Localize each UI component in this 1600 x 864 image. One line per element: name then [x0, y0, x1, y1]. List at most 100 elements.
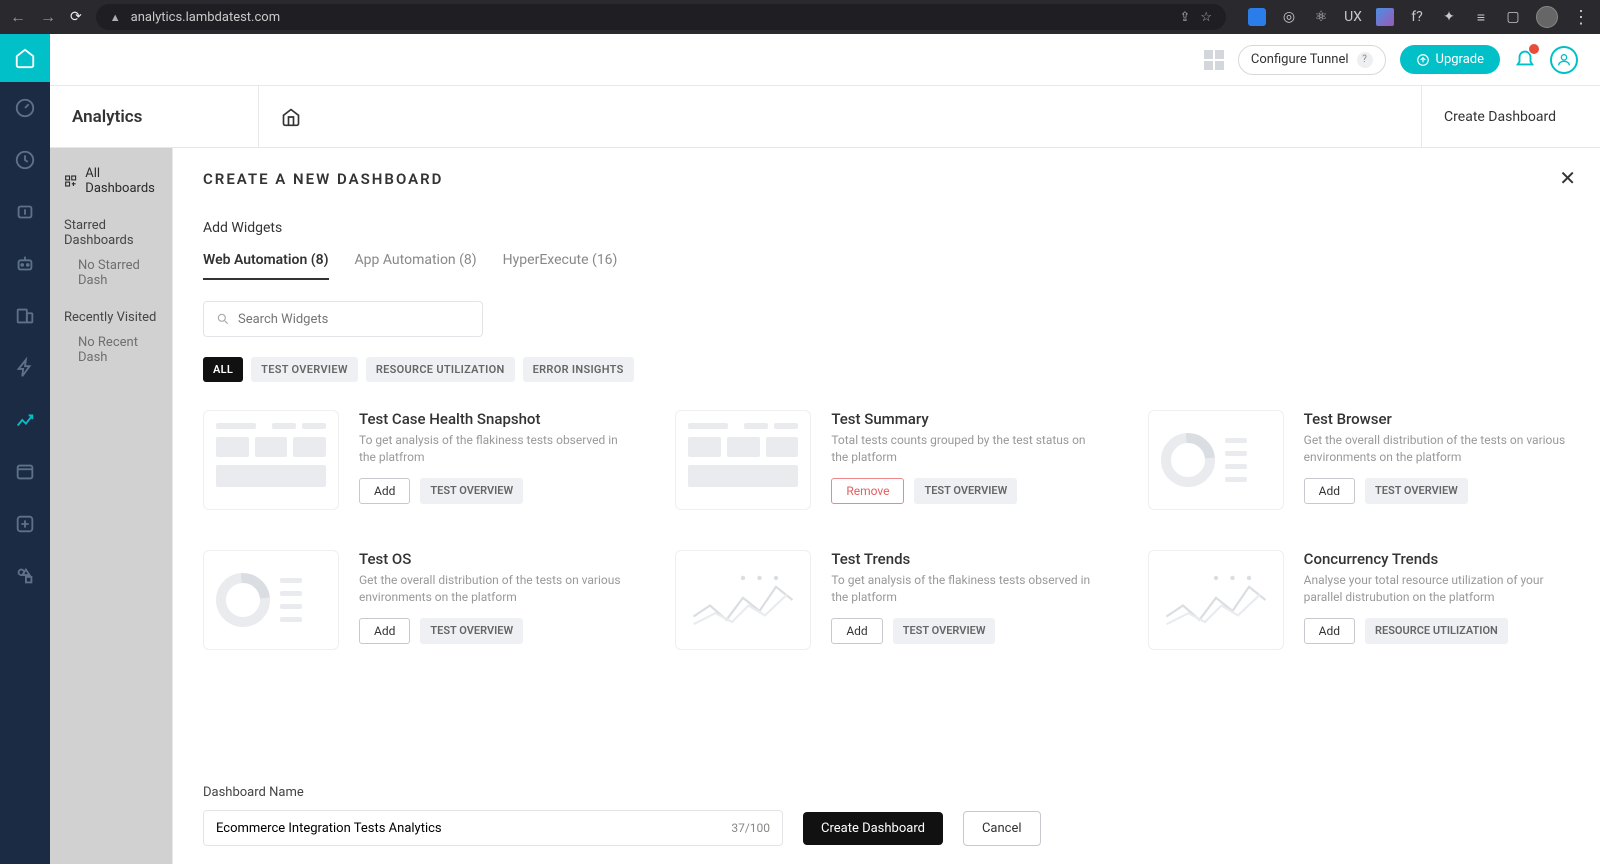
widget-category-tag: RESOURCE UTILIZATION [1365, 618, 1508, 644]
rail-dashboard-icon[interactable] [0, 82, 50, 134]
widget-category-tag: TEST OVERVIEW [420, 478, 523, 504]
cancel-button[interactable]: Cancel [963, 811, 1041, 846]
widget-title: Concurrency Trends [1304, 550, 1570, 568]
widget-card: Test OS Get the overall distribution of … [203, 550, 625, 650]
widget-description: Get the overall distribution of the test… [359, 572, 625, 606]
add-widgets-label: Add Widgets [203, 220, 1570, 236]
upgrade-button[interactable]: Upgrade [1400, 45, 1500, 74]
back-icon[interactable]: ← [10, 7, 26, 27]
widget-title: Test OS [359, 550, 625, 568]
rail-window-icon[interactable] [0, 446, 50, 498]
tunnel-label: Configure Tunnel [1251, 52, 1349, 67]
upgrade-label: Upgrade [1436, 52, 1484, 67]
rail-battery-icon[interactable] [0, 186, 50, 238]
url-bar[interactable]: ▲ analytics.lambdatest.com ⇪ ☆ [96, 4, 1226, 30]
search-icon [216, 312, 230, 326]
dashboard-name-field[interactable] [216, 821, 731, 836]
widget-tabs: Web Automation (8) App Automation (8) Hy… [203, 252, 1570, 281]
widget-action-button[interactable]: Remove [831, 478, 904, 504]
create-dashboard-button[interactable]: Create Dashboard [803, 812, 943, 845]
tab-app-automation[interactable]: App Automation (8) [355, 252, 477, 280]
top-header: Configure Tunnel ? Upgrade [50, 34, 1600, 86]
configure-tunnel-button[interactable]: Configure Tunnel ? [1238, 45, 1386, 75]
home-icon[interactable] [281, 107, 301, 127]
rail-devices-icon[interactable] [0, 290, 50, 342]
ext-icon-4[interactable]: UX [1344, 8, 1362, 26]
share-icon[interactable]: ⇪ [1179, 10, 1190, 25]
ext-icon-3[interactable]: ⚛ [1312, 8, 1330, 26]
dashboard-name-input[interactable]: 37/100 [203, 810, 783, 846]
rail-clock-icon[interactable] [0, 134, 50, 186]
ext-icon-7[interactable]: ≡ [1472, 8, 1490, 26]
widget-action-button[interactable]: Add [1304, 478, 1355, 504]
widget-description: To get analysis of the flakiness tests o… [831, 572, 1097, 606]
brand-logo[interactable] [0, 34, 50, 82]
widget-title: Test Case Health Snapshot [359, 410, 625, 428]
widget-action-button[interactable]: Add [359, 478, 410, 504]
widget-title: Test Browser [1304, 410, 1570, 428]
widget-description: Total tests counts grouped by the test s… [831, 432, 1097, 466]
extensions-icon[interactable]: ✦ [1440, 8, 1458, 26]
rail-shapes-icon[interactable] [0, 550, 50, 602]
panel-title: CREATE A NEW DASHBOARD [203, 170, 1570, 188]
widget-card: Concurrency Trends Analyse your total re… [1148, 550, 1570, 650]
panel-footer: Dashboard Name 37/100 Create Dashboard C… [203, 765, 1570, 846]
widget-category-tag: TEST OVERVIEW [420, 618, 523, 644]
ext-icon-8[interactable]: ▢ [1504, 8, 1522, 26]
backdrop-overlay [50, 148, 172, 864]
lock-icon: ▲ [110, 11, 121, 24]
rail-bolt-icon[interactable] [0, 342, 50, 394]
profile-avatar[interactable] [1536, 6, 1558, 28]
filter-error-insights[interactable]: ERROR INSIGHTS [523, 357, 634, 382]
widget-category-tag: TEST OVERVIEW [1365, 478, 1468, 504]
rail-analytics-icon[interactable] [0, 394, 50, 446]
tab-hyperexecute[interactable]: HyperExecute (16) [503, 252, 618, 280]
widget-category-tag: TEST OVERVIEW [893, 618, 996, 644]
filter-test-overview[interactable]: TEST OVERVIEW [251, 357, 358, 382]
dashboard-name-label: Dashboard Name [203, 785, 1570, 800]
search-field[interactable] [238, 312, 470, 327]
widget-card: Test Case Health Snapshot To get analysi… [203, 410, 625, 510]
upgrade-icon [1416, 53, 1430, 67]
page-title: Analytics [72, 107, 258, 127]
rail-plus-icon[interactable] [0, 498, 50, 550]
star-icon[interactable]: ☆ [1200, 10, 1212, 25]
widget-action-button[interactable]: Add [359, 618, 410, 644]
rail-robot-icon[interactable] [0, 238, 50, 290]
create-dashboard-panel: CREATE A NEW DASHBOARD ✕ Add Widgets Web… [172, 148, 1600, 864]
widget-description: Get the overall distribution of the test… [1304, 432, 1570, 466]
filter-resource-utilization[interactable]: RESOURCE UTILIZATION [366, 357, 515, 382]
widget-description: Analyse your total resource utilization … [1304, 572, 1570, 606]
user-icon [1556, 52, 1572, 68]
widget-action-button[interactable]: Add [1304, 618, 1355, 644]
widget-action-button[interactable]: Add [831, 618, 882, 644]
browser-chrome: ← → ⟳ ▲ analytics.lambdatest.com ⇪ ☆ ◎ ⚛… [0, 0, 1600, 34]
close-icon[interactable]: ✕ [1559, 166, 1576, 190]
ext-icon-6[interactable]: f? [1408, 8, 1426, 26]
widget-card: Test Trends To get analysis of the flaki… [675, 550, 1097, 650]
sub-header: Analytics Create Dashboard [50, 86, 1600, 148]
ext-icon-2[interactable]: ◎ [1280, 8, 1298, 26]
filter-chips: ALL TEST OVERVIEW RESOURCE UTILIZATION E… [203, 357, 1570, 382]
nav-rail [0, 34, 50, 864]
reload-icon[interactable]: ⟳ [70, 9, 82, 25]
filter-all[interactable]: ALL [203, 357, 243, 382]
widget-card: Test Browser Get the overall distributio… [1148, 410, 1570, 510]
search-widgets-input[interactable] [203, 301, 483, 337]
user-menu[interactable] [1550, 46, 1578, 74]
notifications-button[interactable] [1514, 47, 1536, 73]
ext-icon-1[interactable] [1248, 8, 1266, 26]
kebab-menu-icon[interactable]: ⋮ [1572, 7, 1590, 28]
create-dashboard-link[interactable]: Create Dashboard [1421, 86, 1578, 147]
ext-icon-5[interactable] [1376, 8, 1394, 26]
widget-title: Test Trends [831, 550, 1097, 568]
char-counter: 37/100 [731, 821, 770, 835]
url-text: analytics.lambdatest.com [131, 10, 280, 25]
help-icon: ? [1357, 52, 1373, 68]
widget-card: Test Summary Total tests counts grouped … [675, 410, 1097, 510]
tab-web-automation[interactable]: Web Automation (8) [203, 252, 329, 280]
forward-icon[interactable]: → [40, 7, 56, 27]
widget-grid: Test Case Health Snapshot To get analysi… [203, 410, 1570, 650]
apps-grid-icon[interactable] [1204, 50, 1224, 70]
widget-description: To get analysis of the flakiness tests o… [359, 432, 625, 466]
